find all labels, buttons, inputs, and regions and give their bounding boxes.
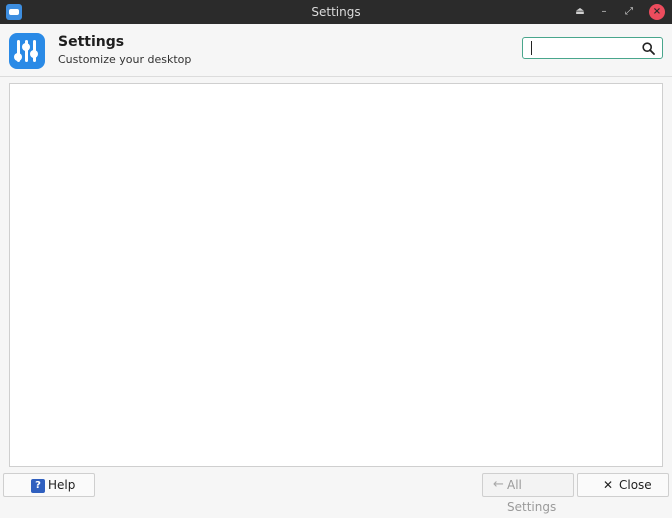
page-subtitle: Customize your desktop <box>58 53 192 66</box>
search-icon[interactable] <box>642 42 655 55</box>
x-icon: ✕ <box>603 478 614 492</box>
close-label: Close <box>619 478 652 492</box>
help-icon: ? <box>31 479 45 493</box>
maximize-button[interactable]: ⤢ <box>621 4 637 20</box>
arrow-left-icon: ← <box>493 477 504 492</box>
all-settings-button[interactable]: ← All Settings <box>482 473 574 514</box>
text-caret <box>531 41 532 55</box>
settings-logo-icon <box>9 33 45 69</box>
keep-above-button[interactable]: ⏏ <box>572 4 588 20</box>
footer-bar: ? Help ← All Settings ✕ Close <box>0 470 672 514</box>
close-button[interactable]: ✕ Close <box>577 473 669 497</box>
help-label: Help <box>48 478 76 492</box>
search-input[interactable] <box>529 40 641 58</box>
search-field[interactable] <box>522 37 663 59</box>
title-bar: Settings ⏏ – ⤢ × <box>0 0 672 24</box>
page-title: Settings <box>58 34 125 50</box>
all-settings-label: All Settings <box>507 478 557 514</box>
close-window-button[interactable]: × <box>649 4 665 20</box>
settings-content-area <box>9 83 663 467</box>
help-button[interactable]: ? Help <box>3 473 95 497</box>
minimize-button[interactable]: – <box>596 4 612 20</box>
